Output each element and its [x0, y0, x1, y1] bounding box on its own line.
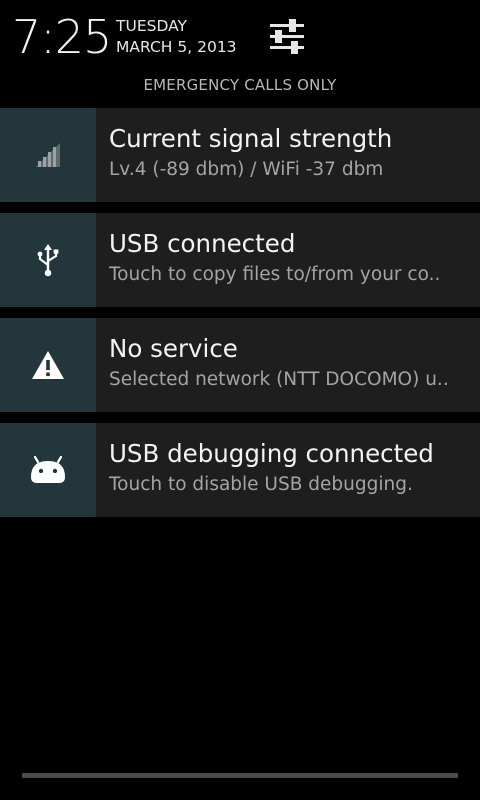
- notification-icon-box: [0, 318, 96, 412]
- notification-text: Lv.4 (-89 dbm) / WiFi -37 dbm: [109, 159, 384, 180]
- date-label: MARCH 5, 2013: [116, 38, 237, 56]
- notification-icon-box: [0, 423, 96, 517]
- notification-usb-connected[interactable]: USB connected Touch to copy files to/fro…: [0, 213, 480, 307]
- usb-icon: [37, 244, 59, 277]
- day-label: TUESDAY: [116, 17, 187, 35]
- warning-icon: [32, 351, 64, 379]
- notification-signal-strength[interactable]: Current signal strength Lv.4 (-89 dbm) /…: [0, 108, 480, 202]
- notification-text: Touch to copy files to/from your co..: [109, 264, 441, 285]
- notification-icon-box: [0, 108, 96, 202]
- signal-strength-icon: [36, 143, 60, 167]
- clock: 7:25: [12, 10, 112, 64]
- android-icon: [31, 455, 65, 483]
- notification-title: No service: [109, 334, 238, 363]
- notification-text: Selected network (NTT DOCOMO) u..: [109, 369, 449, 390]
- date-block: TUESDAY MARCH 5, 2013: [116, 16, 237, 58]
- shade-drag-handle[interactable]: [22, 773, 458, 778]
- notification-icon-box: [0, 213, 96, 307]
- emergency-calls-label: EMERGENCY CALLS ONLY: [143, 76, 337, 94]
- notification-no-service[interactable]: No service Selected network (NTT DOCOMO)…: [0, 318, 480, 412]
- notification-text: Touch to disable USB debugging.: [109, 474, 413, 495]
- notification-title: Current signal strength: [109, 124, 393, 153]
- notification-shade: 7:25 TUESDAY MARCH 5, 2013 EMERGENCY CAL…: [0, 0, 480, 800]
- quick-settings-button[interactable]: [264, 14, 310, 58]
- notification-usb-debugging[interactable]: USB debugging connected Touch to disable…: [0, 423, 480, 517]
- shade-header: 7:25 TUESDAY MARCH 5, 2013: [0, 0, 480, 70]
- notification-title: USB connected: [109, 229, 296, 258]
- notification-title: USB debugging connected: [109, 439, 434, 468]
- settings-sliders-icon: [270, 19, 304, 54]
